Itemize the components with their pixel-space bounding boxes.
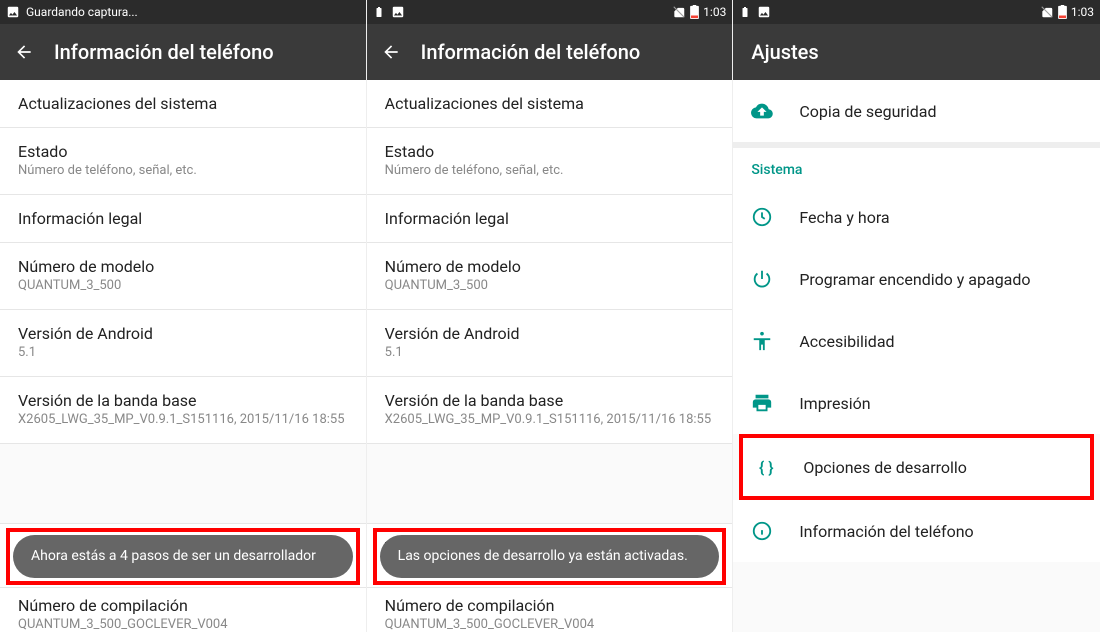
battery-notif-icon [739,6,751,18]
screen-phone-info-2: 1:03 Información del teléfono Actualizac… [367,0,734,632]
printer-icon [751,392,773,414]
statusbar-time: 1:03 [1071,5,1094,19]
toast-message: Ahora estás a 4 pasos de ser un desarrol… [13,535,353,578]
app-bar: Información del teléfono [367,24,733,80]
braces-icon: { } [755,456,777,478]
item-system-updates[interactable]: Actualizaciones del sistema [367,80,733,128]
item-legal-info[interactable]: Información legal [367,195,733,243]
status-bar: 1:03 [367,0,733,24]
battery-low-icon [1058,5,1067,19]
no-sim-icon [672,5,686,19]
item-build-number[interactable]: Número de compilación QUANTUM_3_500_GOCL… [367,587,733,632]
status-bar: Guardando captura... [0,0,366,24]
image-icon [391,5,405,19]
accessibility-icon [751,330,773,352]
screen-settings: 1:03 Ajustes Copia de seguridad Sistema … [733,0,1100,632]
statusbar-time: 1:03 [703,5,726,19]
item-model-number[interactable]: Número de modelo QUANTUM_3_500 [0,243,366,310]
item-system-updates[interactable]: Actualizaciones del sistema [0,80,366,128]
item-schedule-power[interactable]: Programar encendido y apagado [733,248,1100,310]
clock-icon [751,206,773,228]
toast-message: Las opciones de desarrollo ya están acti… [380,535,720,578]
section-header-system: Sistema [733,142,1100,186]
page-title: Ajustes [751,40,818,64]
item-accessibility[interactable]: Accesibilidad [733,310,1100,372]
screen-phone-info-1: Guardando captura... Información del tel… [0,0,367,632]
item-status[interactable]: Estado Número de teléfono, señal, etc. [0,128,366,195]
item-date-time[interactable]: Fecha y hora [733,186,1100,248]
item-android-version[interactable]: Versión de Android 5.1 [367,310,733,377]
highlight-box: { } Opciones de desarrollo [739,434,1094,500]
item-about-phone[interactable]: Información del teléfono [733,500,1100,562]
item-baseband-version[interactable]: Versión de la banda base X2605_LWG_35_MP… [0,377,366,444]
image-icon [6,5,20,19]
power-icon [751,268,773,290]
item-status[interactable]: Estado Número de teléfono, señal, etc. [367,128,733,195]
highlight-box: Ahora estás a 4 pasos de ser un desarrol… [6,528,360,585]
status-bar: 1:03 [733,0,1100,24]
page-title: Información del teléfono [54,40,274,64]
item-developer-options[interactable]: { } Opciones de desarrollo [743,438,1090,496]
item-baseband-version[interactable]: Versión de la banda base X2605_LWG_35_MP… [367,377,733,444]
item-android-version[interactable]: Versión de Android 5.1 [0,310,366,377]
item-printing[interactable]: Impresión [733,372,1100,434]
settings-list: Actualizaciones del sistema Estado Númer… [0,80,366,444]
page-title: Información del teléfono [421,40,641,64]
settings-list: Actualizaciones del sistema Estado Númer… [367,80,733,444]
back-arrow-icon[interactable] [14,42,34,62]
app-bar: Ajustes [733,24,1100,80]
app-bar: Información del teléfono [0,24,366,80]
item-legal-info[interactable]: Información legal [0,195,366,243]
battery-notif-icon [373,6,385,18]
statusbar-saving-text: Guardando captura... [26,5,138,19]
back-arrow-icon[interactable] [381,42,401,62]
cloud-upload-icon [751,100,773,122]
image-icon [757,5,771,19]
item-build-number[interactable]: Número de compilación QUANTUM_3_500_GOCL… [0,587,366,632]
no-sim-icon [1040,5,1054,19]
item-model-number[interactable]: Número de modelo QUANTUM_3_500 [367,243,733,310]
highlight-box: Las opciones de desarrollo ya están acti… [373,528,727,585]
item-backup[interactable]: Copia de seguridad [733,80,1100,142]
info-icon [751,520,773,542]
battery-low-icon [690,5,699,19]
